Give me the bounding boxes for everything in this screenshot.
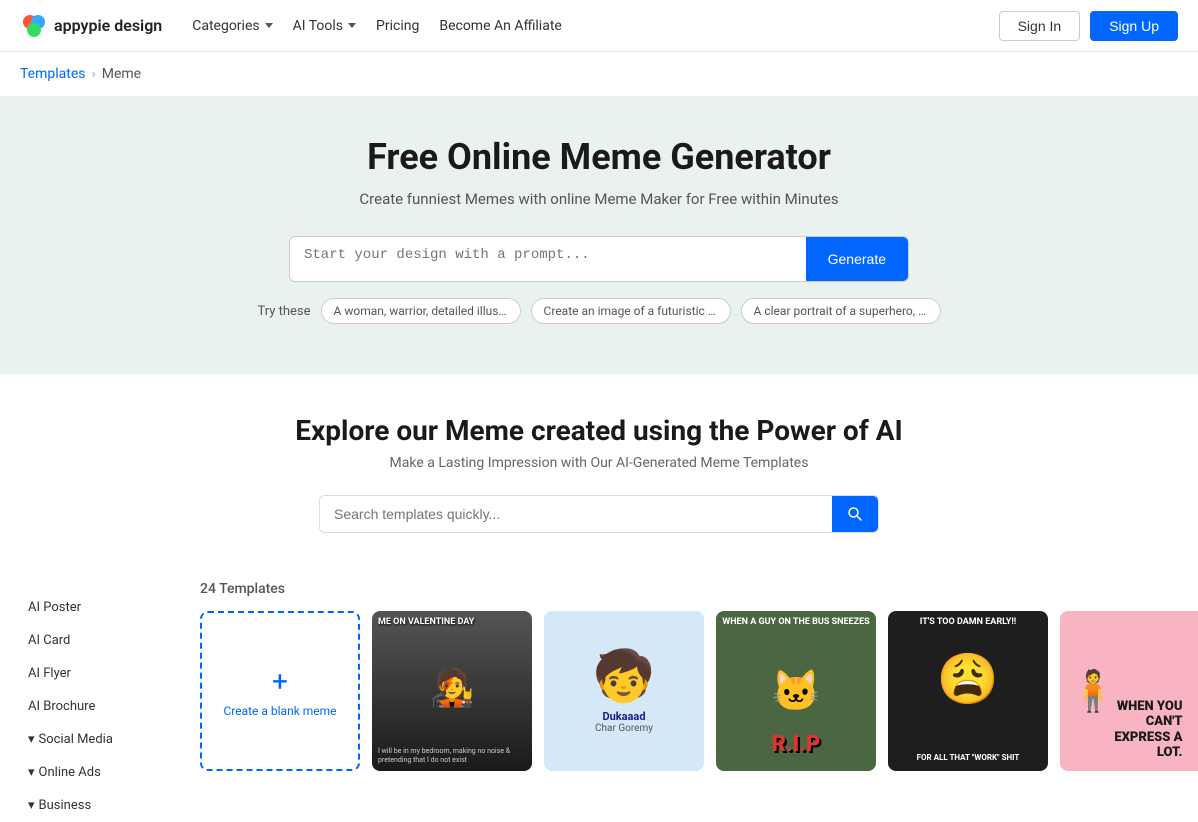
work-bottom-text: FOR ALL THAT "WORK" SHIT <box>892 753 1044 763</box>
templates-count: 24 Templates <box>200 581 1198 597</box>
sidebar-item-ai-card[interactable]: AI Card <box>20 624 180 657</box>
chevron-down-icon <box>265 23 273 28</box>
navbar: appypie design Categories AI Tools Prici… <box>0 0 1198 52</box>
try-these-label: Try these <box>257 304 310 319</box>
hero-title: Free Online Meme Generator <box>20 136 1178 178</box>
chevron-down-icon: ▾ <box>28 765 35 780</box>
template-card-dukaan[interactable]: 🧒 Dukaaad Char Goremy <box>544 611 704 771</box>
explore-title: Explore our Meme created using the Power… <box>20 414 1178 447</box>
try-chip-0[interactable]: A woman, warrior, detailed illustration,… <box>321 298 521 324</box>
chevron-down-icon: ▾ <box>28 732 35 747</box>
main-content: AI Poster AI Card AI Flyer AI Brochure ▾… <box>0 581 1198 822</box>
breadcrumb-separator: › <box>92 66 96 82</box>
nav-affiliate[interactable]: Become An Affiliate <box>439 18 561 34</box>
breadcrumb-parent[interactable]: Templates <box>20 66 86 82</box>
nav-ai-tools[interactable]: AI Tools <box>293 18 356 34</box>
dukaan-label: Dukaaad <box>602 710 645 723</box>
valentine-face-icon: 🧑‍🎤 <box>378 667 526 709</box>
hero-input-row: Generate <box>20 236 1178 282</box>
breadcrumb: Templates › Meme <box>0 52 1198 96</box>
rip-top-text: WHEN A GUY ON THE BUS SNEEZES <box>720 617 872 629</box>
nav-categories[interactable]: Categories <box>192 18 272 34</box>
dukaan-sublabel: Char Goremy <box>595 723 653 734</box>
template-card-rip[interactable]: WHEN A GUY ON THE BUS SNEEZES 🐱 R.I.P <box>716 611 876 771</box>
hero-subtitle: Create funniest Memes with online Meme M… <box>20 190 1178 208</box>
nav-actions: Sign In Sign Up <box>999 11 1178 41</box>
create-plus-icon: + <box>272 665 288 698</box>
work-face-icon: 😩 <box>937 651 999 709</box>
work-top-text: IT'S TOO DAMN EARLY!! <box>892 617 1044 629</box>
search-row <box>20 495 1178 533</box>
explore-section: Explore our Meme created using the Power… <box>0 374 1198 581</box>
template-card-valentine[interactable]: ME ON VALENTINE DAY 🧑‍🎤 I will be in my … <box>372 611 532 771</box>
sidebar-item-online-ads[interactable]: ▾ Online Ads <box>20 756 180 789</box>
nav-pricing[interactable]: Pricing <box>376 18 419 34</box>
try-chip-1[interactable]: Create an image of a futuristic cityscap… <box>531 298 731 324</box>
hero-try-row: Try these A woman, warrior, detailed ill… <box>20 298 1178 324</box>
nav-links: Categories AI Tools Pricing Become An Af… <box>192 18 998 34</box>
hero-section: Free Online Meme Generator Create funnie… <box>0 96 1198 374</box>
create-blank-label: Create a blank meme <box>223 704 336 718</box>
template-card-express[interactable]: 🧍 WHEN YOU CAN'T EXPRESS A LOT. <box>1060 611 1198 771</box>
express-person-icon: 🧍 <box>1068 668 1118 715</box>
templates-grid: + Create a blank meme ME ON VALENTINE DA… <box>200 611 1198 771</box>
sidebar-item-social-media[interactable]: ▾ Social Media <box>20 723 180 756</box>
create-blank-card[interactable]: + Create a blank meme <box>200 611 360 771</box>
search-button[interactable] <box>832 496 878 532</box>
sidebar-item-business[interactable]: ▾ Business <box>20 789 180 822</box>
search-icon <box>847 506 863 522</box>
breadcrumb-current: Meme <box>102 66 141 82</box>
search-input[interactable] <box>320 496 832 532</box>
logo[interactable]: appypie design <box>20 12 162 40</box>
chevron-down-icon <box>348 23 356 28</box>
valentine-bottom-text: I will be in my bedroom, making no noise… <box>378 747 526 765</box>
sidebar-item-ai-brochure[interactable]: AI Brochure <box>20 690 180 723</box>
sign-up-button[interactable]: Sign Up <box>1090 11 1178 41</box>
dukaan-cartoon-icon: 🧒 <box>593 648 655 706</box>
hero-prompt-input[interactable] <box>290 237 806 281</box>
rip-text: R.I.P <box>772 732 821 757</box>
sidebar-item-ai-flyer[interactable]: AI Flyer <box>20 657 180 690</box>
sign-in-button[interactable]: Sign In <box>999 11 1081 41</box>
logo-icon <box>20 12 48 40</box>
chevron-down-icon: ▾ <box>28 798 35 813</box>
try-chip-2[interactable]: A clear portrait of a superhero, backgro… <box>741 298 941 324</box>
valentine-top-text: ME ON VALENTINE DAY <box>378 617 526 629</box>
template-card-work[interactable]: IT'S TOO DAMN EARLY!! 😩 FOR ALL THAT "WO… <box>888 611 1048 771</box>
search-wrap <box>319 495 879 533</box>
generate-button[interactable]: Generate <box>806 237 908 281</box>
explore-subtitle: Make a Lasting Impression with Our AI-Ge… <box>20 455 1178 471</box>
sidebar: AI Poster AI Card AI Flyer AI Brochure ▾… <box>20 581 180 822</box>
rip-cat-icon: 🐱 <box>771 668 821 715</box>
sidebar-item-ai-poster[interactable]: AI Poster <box>20 591 180 624</box>
hero-input-wrap: Generate <box>289 236 909 282</box>
templates-area: 24 Templates + Create a blank meme ME ON… <box>200 581 1198 822</box>
brand-name: appypie design <box>54 16 162 35</box>
